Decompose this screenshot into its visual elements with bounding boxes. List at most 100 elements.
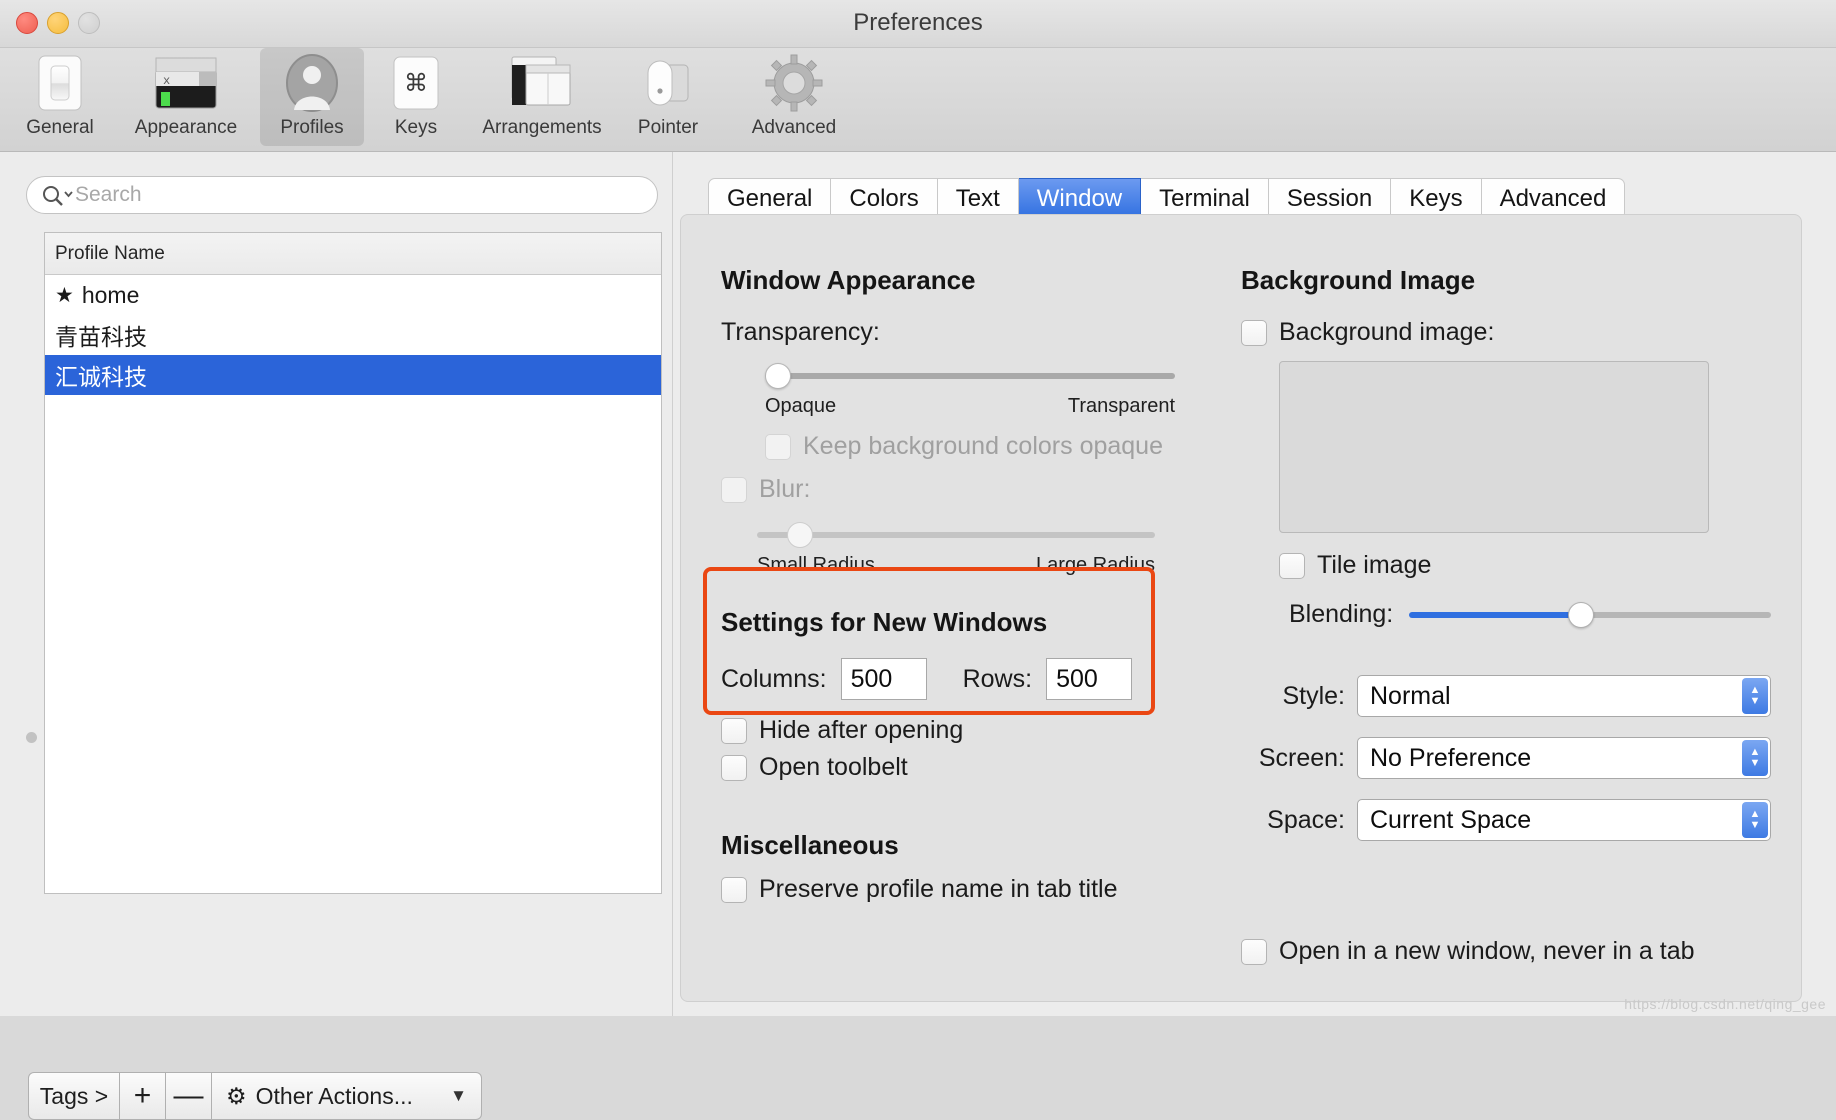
transparency-min-label: Opaque [765, 395, 836, 418]
search-field-wrapper: Search [26, 176, 658, 214]
remove-profile-button[interactable]: — [166, 1072, 212, 1120]
toolbar-item-general[interactable]: General [8, 48, 112, 146]
space-dropdown[interactable]: Current Space ▲▼ [1357, 799, 1771, 841]
rows-label: Rows: [963, 665, 1032, 694]
toolbar-label: Keys [395, 117, 437, 139]
toolbar-label: Profiles [280, 117, 343, 139]
stepper-icon[interactable]: ▲▼ [1742, 678, 1768, 714]
transparency-range-labels: Opaque Transparent [765, 395, 1175, 418]
section-heading-settings-new-windows: Settings for New Windows [721, 607, 1201, 638]
open-toolbelt-row[interactable]: Open toolbelt [721, 753, 1201, 782]
toolbar-label: General [26, 117, 94, 139]
table-row-selected[interactable]: 汇诚科技 [45, 355, 661, 395]
preserve-profile-name-checkbox[interactable] [721, 877, 747, 903]
sidebar-bottom-toolbar: Tags > + — ⚙ Other Actions... ▼ [28, 1072, 482, 1120]
table-row[interactable]: ★ home [45, 275, 661, 315]
hide-after-opening-label: Hide after opening [759, 716, 963, 745]
blur-checkbox[interactable] [721, 477, 747, 503]
stepper-icon[interactable]: ▲▼ [1742, 740, 1768, 776]
hide-after-opening-row[interactable]: Hide after opening [721, 716, 1201, 745]
background-image-checkbox[interactable] [1241, 320, 1267, 346]
transparency-slider[interactable] [765, 363, 1175, 389]
columns-label: Columns: [721, 665, 827, 694]
blur-row[interactable]: Blur: [721, 475, 1221, 504]
open-toolbelt-label: Open toolbelt [759, 753, 908, 782]
keep-bg-opaque-checkbox[interactable] [765, 434, 791, 460]
blending-row: Blending: [1289, 600, 1771, 629]
table-row[interactable]: 青苗科技 [45, 315, 661, 355]
transparency-label: Transparency: [721, 318, 1221, 347]
keep-bg-opaque-row[interactable]: Keep background colors opaque [765, 432, 1221, 461]
hide-after-opening-checkbox[interactable] [721, 718, 747, 744]
columns-input[interactable]: 500 [841, 658, 927, 700]
style-label: Style: [1241, 682, 1345, 711]
stepper-icon[interactable]: ▲▼ [1742, 802, 1768, 838]
toolbar-item-appearance[interactable]: x Appearance [112, 48, 260, 146]
style-dropdown[interactable]: Normal ▲▼ [1357, 675, 1771, 717]
open-new-window-checkbox[interactable] [1241, 939, 1267, 965]
blur-range-labels: Small Radius Large Radius [757, 554, 1155, 577]
mouse-icon [640, 53, 696, 113]
open-new-window-row[interactable]: Open in a new window, never in a tab [1241, 937, 1771, 966]
settings-for-new-windows-section: Settings for New Windows Columns: 500 Ro… [721, 607, 1201, 904]
gear-icon [765, 53, 823, 113]
profiles-table: Profile Name ★ home 青苗科技 汇诚科技 [44, 232, 662, 894]
slider-knob[interactable] [765, 363, 791, 389]
toolbar-label: Appearance [135, 117, 237, 139]
blur-label: Blur: [759, 475, 810, 504]
space-value: Current Space [1370, 806, 1531, 835]
rows-value: 500 [1056, 665, 1098, 694]
star-icon: ★ [55, 283, 74, 308]
slider-track [757, 532, 1155, 538]
keep-bg-opaque-label: Keep background colors opaque [803, 432, 1163, 461]
slider-knob[interactable] [787, 522, 813, 548]
toolbar-label: Pointer [638, 117, 698, 139]
slider-track [765, 373, 1175, 379]
blur-radius-slider[interactable] [757, 522, 1155, 548]
tile-image-label: Tile image [1317, 551, 1431, 580]
toolbar-item-pointer[interactable]: Pointer [616, 48, 720, 146]
screen-dropdown[interactable]: No Preference ▲▼ [1357, 737, 1771, 779]
screen-value: No Preference [1370, 744, 1531, 773]
rows-input[interactable]: 500 [1046, 658, 1132, 700]
chevron-down-icon: ▼ [450, 1086, 467, 1106]
profile-name: 青苗科技 [55, 318, 147, 352]
toolbar-item-arrangements[interactable]: Arrangements [468, 48, 616, 146]
slider-track-filled [1409, 612, 1583, 618]
style-row: Style: Normal ▲▼ [1241, 675, 1771, 717]
column-header-profile-name[interactable]: Profile Name [45, 233, 661, 275]
preserve-profile-name-row[interactable]: Preserve profile name in tab title [721, 875, 1201, 904]
other-actions-dropdown[interactable]: ⚙ Other Actions... ▼ [212, 1072, 482, 1120]
command-key-icon: ⌘ [392, 53, 440, 113]
space-label: Space: [1241, 806, 1345, 835]
blending-slider[interactable] [1409, 602, 1771, 628]
slider-knob[interactable] [1568, 602, 1594, 628]
search-placeholder: Search [75, 183, 142, 207]
blur-min-label: Small Radius [757, 554, 875, 577]
search-input[interactable]: Search [26, 176, 658, 214]
other-actions-label: Other Actions... [256, 1083, 413, 1110]
titlebar: Preferences [0, 0, 1836, 48]
blur-max-label: Large Radius [1036, 554, 1155, 577]
space-row: Space: Current Space ▲▼ [1241, 799, 1771, 841]
profiles-sidebar: Search Profile Name ★ home 青苗科技 汇诚科技 Tag… [0, 152, 672, 1016]
screen-row: Screen: No Preference ▲▼ [1241, 737, 1771, 779]
tile-image-row[interactable]: Tile image [1279, 551, 1771, 580]
background-image-row[interactable]: Background image: [1241, 318, 1771, 347]
search-icon[interactable] [41, 184, 73, 206]
tags-button[interactable]: Tags > [28, 1072, 120, 1120]
toolbar-item-keys[interactable]: ⌘ Keys [364, 48, 468, 146]
toolbar-item-advanced[interactable]: Advanced [720, 48, 868, 146]
add-profile-button[interactable]: + [120, 1072, 166, 1120]
section-heading-window-appearance: Window Appearance [721, 265, 1221, 296]
open-new-window-label: Open in a new window, never in a tab [1279, 937, 1695, 966]
window-arrangement-icon [511, 53, 573, 113]
toolbar-item-profiles[interactable]: Profiles [260, 48, 364, 146]
preserve-profile-name-label: Preserve profile name in tab title [759, 875, 1118, 904]
slider-track [1583, 612, 1771, 618]
splitter-handle[interactable] [26, 732, 37, 743]
tile-image-checkbox[interactable] [1279, 553, 1305, 579]
background-image-preview[interactable] [1279, 361, 1709, 533]
background-image-label: Background image: [1279, 318, 1494, 347]
open-toolbelt-checkbox[interactable] [721, 755, 747, 781]
